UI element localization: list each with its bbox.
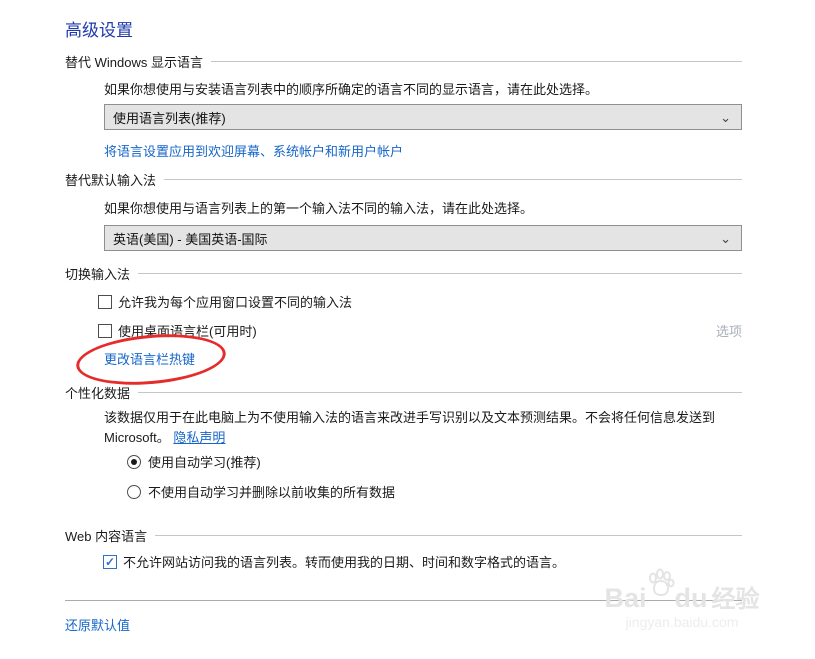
section-header-web-content-language: Web 内容语言 [65, 526, 742, 545]
section-title: 个性化数据 [65, 383, 130, 402]
radio-no-auto-learning[interactable] [127, 485, 141, 499]
radio-label: 不使用自动学习并删除以前收集的所有数据 [148, 482, 395, 501]
restore-defaults-link[interactable]: 还原默认值 [65, 618, 130, 633]
display-language-description: 如果你想使用与安装语言列表中的顺序所确定的语言不同的显示语言，请在此处选择。 [104, 79, 598, 98]
checkbox-row-per-app-input-method[interactable]: 允许我为每个应用窗口设置不同的输入法 [98, 292, 352, 311]
hotkeys-link-row: 更改语言栏热键 [104, 349, 195, 368]
default-input-method-description: 如果你想使用与语言列表上的第一个输入法不同的输入法，请在此处选择。 [104, 198, 533, 217]
chevron-down-icon: ⌄ [720, 232, 731, 245]
checkbox-label: 允许我为每个应用窗口设置不同的输入法 [118, 292, 352, 311]
advanced-settings-page: { "page_title": "高级设置", "icons": { "chev… [0, 0, 815, 659]
radio-use-auto-learning[interactable] [127, 455, 141, 469]
chevron-down-icon: ⌄ [720, 111, 731, 124]
options-link[interactable]: 选项 [716, 324, 742, 339]
section-header-switching-input-methods: 切换输入法 [65, 264, 742, 283]
apply-language-settings-link[interactable]: 将语言设置应用到欢迎屏幕、系统帐户和新用户帐户 [104, 144, 403, 159]
display-language-dropdown[interactable]: 使用语言列表(推荐) ⌄ [104, 104, 742, 130]
section-divider-line [138, 273, 742, 274]
checkbox-website-language-access[interactable]: ✓ [103, 555, 117, 569]
dropdown-selected-value: 使用语言列表(推荐) [113, 108, 720, 127]
checkbox-desktop-language-bar[interactable] [98, 324, 112, 338]
section-header-default-input-method: 替代默认输入法 [65, 170, 742, 189]
personalization-description-line2: Microsoft。 隐私声明 [104, 427, 225, 446]
section-divider-line [164, 179, 742, 180]
section-title: Web 内容语言 [65, 526, 147, 545]
section-header-personalization-data: 个性化数据 [65, 383, 742, 402]
radio-label: 使用自动学习(推荐) [148, 452, 261, 471]
change-language-bar-hotkeys-link[interactable]: 更改语言栏热键 [104, 352, 195, 367]
default-input-method-dropdown[interactable]: 英语(美国) - 美国英语-国际 ⌄ [104, 225, 742, 251]
apply-language-settings-row: 将语言设置应用到欢迎屏幕、系统帐户和新用户帐户 [104, 141, 403, 160]
restore-defaults-row: 还原默认值 [65, 615, 130, 634]
radio-row-no-auto-learning[interactable]: 不使用自动学习并删除以前收集的所有数据 [127, 482, 395, 501]
options-link-wrap: 选项 [716, 321, 742, 340]
privacy-statement-link[interactable]: 隐私声明 [173, 430, 225, 445]
checkbox-label: 不允许网站访问我的语言列表。转而使用我的日期、时间和数字格式的语言。 [123, 552, 565, 571]
checkbox-label: 使用桌面语言栏(可用时) [118, 321, 257, 340]
checkbox-row-website-language-access[interactable]: ✓ 不允许网站访问我的语言列表。转而使用我的日期、时间和数字格式的语言。 [103, 552, 565, 571]
section-title: 替代默认输入法 [65, 170, 156, 189]
settings-content: 高级设置 替代 Windows 显示语言 如果你想使用与安装语言列表中的顺序所确… [65, 0, 742, 659]
dropdown-selected-value: 英语(美国) - 美国英语-国际 [113, 229, 720, 248]
microsoft-text: Microsoft。 [104, 430, 170, 445]
section-divider-line [155, 535, 742, 536]
checkbox-row-desktop-language-bar[interactable]: 使用桌面语言栏(可用时) [98, 321, 257, 340]
personalization-description-line1: 该数据仅用于在此电脑上为不使用输入法的语言来改进手写识别以及文本预测结果。不会将… [104, 407, 724, 426]
footer-divider-line [65, 600, 742, 601]
page-title: 高级设置 [65, 16, 133, 41]
section-header-display-language: 替代 Windows 显示语言 [65, 52, 742, 71]
section-title: 切换输入法 [65, 264, 130, 283]
radio-row-use-auto-learning[interactable]: 使用自动学习(推荐) [127, 452, 261, 471]
checkbox-per-app-input-method[interactable] [98, 295, 112, 309]
section-divider-line [211, 61, 742, 62]
section-divider-line [138, 392, 742, 393]
section-title: 替代 Windows 显示语言 [65, 52, 203, 71]
